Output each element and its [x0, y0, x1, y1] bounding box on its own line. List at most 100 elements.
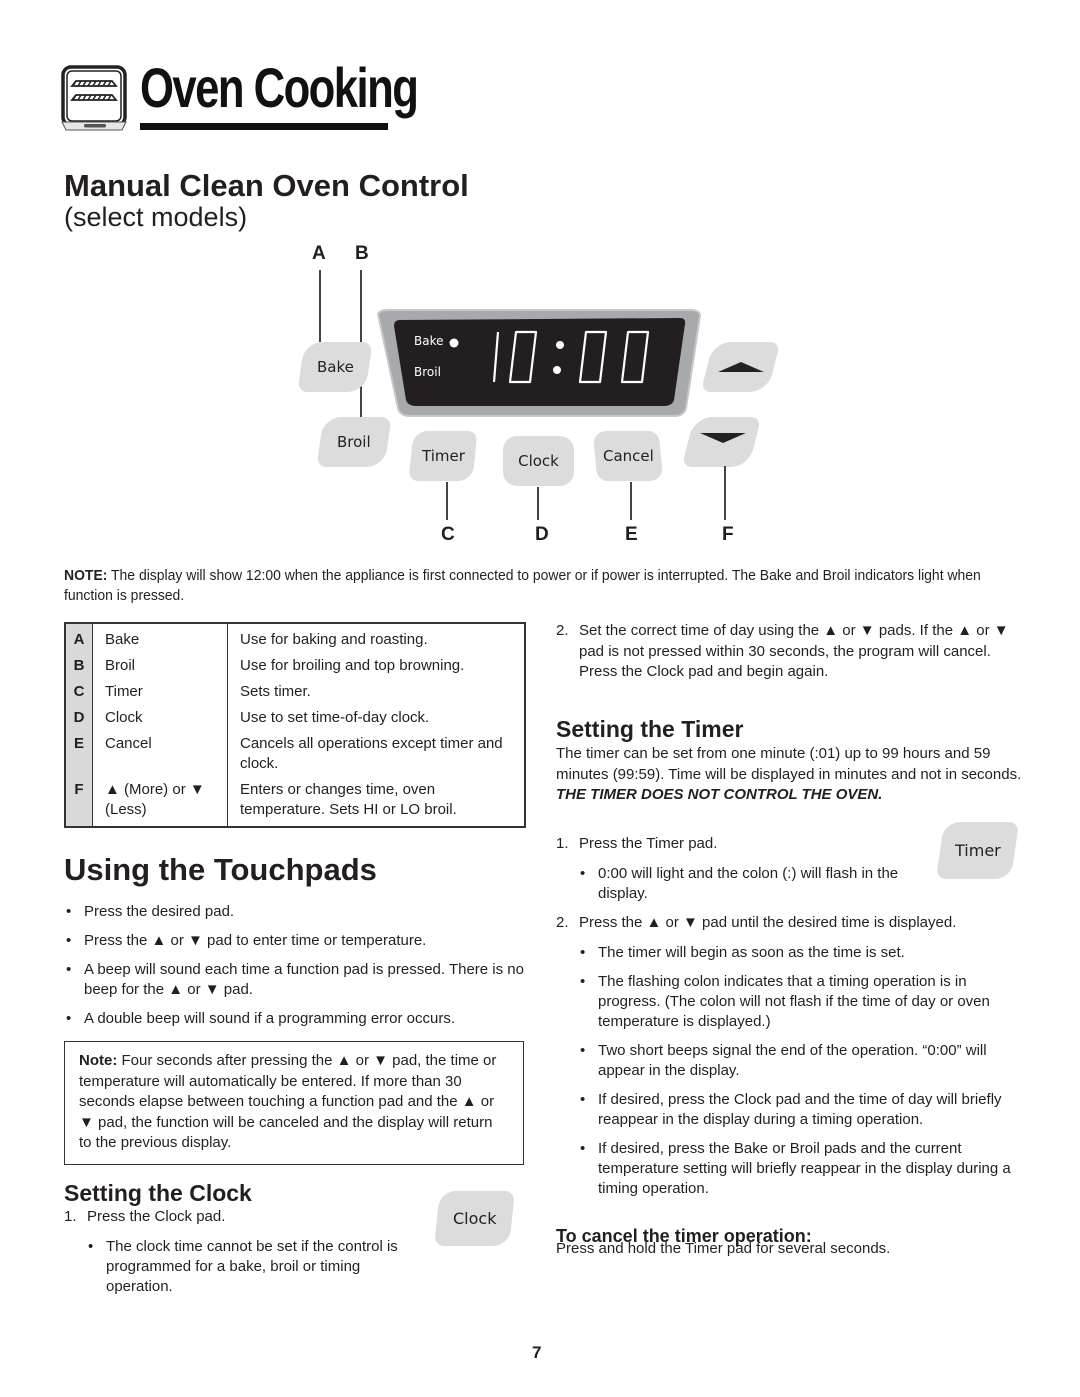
- bake-pad[interactable]: Bake: [297, 342, 373, 392]
- callout-letter-d: D: [535, 524, 549, 545]
- display-indicator-bake: Bake: [414, 334, 444, 348]
- step-text: Press the Clock pad.: [87, 1208, 226, 1225]
- cancel-pad[interactable]: Cancel: [592, 431, 664, 481]
- callout-letter-f: F: [722, 524, 734, 545]
- timer-step-1-bullets: 0:00 will light and the colon (:) will f…: [578, 864, 918, 913]
- legend-key: A: [65, 623, 93, 654]
- timer-warning: THE TIMER DOES NOT CONTROL THE OVEN.: [556, 786, 883, 803]
- page-title: Manual Clean Oven Control: [64, 168, 469, 203]
- legend-key: F: [65, 778, 93, 827]
- step-text: Press the Timer pad.: [579, 835, 718, 852]
- list-item: The timer will begin as soon as the time…: [578, 943, 1024, 963]
- callout-letter-b: B: [355, 243, 369, 264]
- timer-heading: Setting the Timer: [556, 716, 744, 742]
- clock-step-1: 1. Press the Clock pad.: [64, 1208, 225, 1225]
- list-item: A double beep will sound if a programmin…: [64, 1009, 530, 1029]
- header-underline: [140, 123, 388, 130]
- table-row: C Timer Sets timer.: [65, 680, 525, 706]
- display-indicator-broil: Broil: [414, 365, 441, 379]
- step-text: Press the ▲ or ▼ pad until the desired t…: [579, 914, 957, 931]
- step-number: 1.: [64, 1208, 77, 1225]
- legend-desc: Use to set time-of-day clock.: [240, 709, 430, 726]
- legend-key: B: [65, 654, 93, 680]
- callout-letter-c: C: [441, 524, 455, 545]
- legend-key: D: [65, 706, 93, 732]
- leader-line-c: [446, 482, 448, 520]
- note-text: The display will show 12:00 when the app…: [64, 567, 981, 604]
- legend-key: E: [65, 732, 93, 778]
- list-item: Two short beeps signal the end of the op…: [578, 1041, 1024, 1081]
- timer-intro-text: The timer can be set from one minute (:0…: [556, 745, 1022, 783]
- timer-pad[interactable]: Timer: [408, 431, 478, 481]
- clock-pad-label: Clock: [518, 452, 559, 470]
- display-time-readout: [484, 328, 664, 388]
- timer-step-2: 2. Press the ▲ or ▼ pad until the desire…: [556, 914, 956, 931]
- table-row: B Broil Use for broiling and top brownin…: [65, 654, 525, 680]
- clock-pad[interactable]: Clock: [503, 436, 574, 486]
- bake-pad-label: Bake: [316, 358, 354, 376]
- legend-desc: Sets timer.: [240, 683, 311, 700]
- leader-line-a: [319, 270, 321, 342]
- broil-pad-label: Broil: [337, 433, 371, 451]
- note-box-label: Note:: [79, 1052, 118, 1069]
- clock-step-2: 2. Set the correct time of day using the…: [556, 621, 1026, 683]
- table-row: D Clock Use to set time-of-day clock.: [65, 706, 525, 732]
- list-item: 0:00 will light and the colon (:) will f…: [578, 864, 918, 904]
- timer-pad-label: Timer: [421, 447, 465, 465]
- clock-step-1-bullets: The clock time cannot be set if the cont…: [86, 1237, 426, 1306]
- section-title: Oven Cooking: [140, 56, 419, 119]
- timer-pad-illustration: Timer: [935, 822, 1020, 879]
- legend-desc: Use for broiling and top browning.: [240, 657, 465, 674]
- page-number: 7: [532, 1343, 542, 1362]
- touchpads-heading: Using the Touchpads: [64, 852, 377, 887]
- leader-line-d: [537, 487, 539, 520]
- pad-legend-table: A Bake Use for baking and roasting. B Br…: [64, 622, 526, 828]
- legend-name: ▲ (More) or ▼ (Less): [92, 778, 228, 827]
- leader-line-e: [630, 482, 632, 520]
- display-note: NOTE: The display will show 12:00 when t…: [64, 566, 1022, 606]
- legend-name: Broil: [92, 654, 228, 680]
- legend-name: Cancel: [92, 732, 228, 778]
- list-item: If desired, press the Clock pad and the …: [578, 1090, 1024, 1130]
- oven-icon: [60, 64, 128, 132]
- clock-pad-illustration: Clock: [434, 1191, 515, 1246]
- legend-key: C: [65, 680, 93, 706]
- down-arrow-pad[interactable]: [681, 417, 762, 467]
- touchpads-note-box: Note: Four seconds after pressing the ▲ …: [64, 1041, 524, 1165]
- broil-pad[interactable]: Broil: [316, 417, 392, 467]
- legend-name: Bake: [92, 623, 228, 654]
- step-number: 2.: [556, 622, 569, 639]
- note-box-text: Four seconds after pressing the ▲ or ▼ p…: [79, 1052, 497, 1151]
- table-row: E Cancel Cancels all operations except t…: [65, 732, 525, 778]
- cancel-pad-label: Cancel: [602, 447, 654, 465]
- note-label: NOTE:: [64, 567, 108, 584]
- leader-line-f: [724, 466, 726, 520]
- timer-step-2-bullets: The timer will begin as soon as the time…: [578, 943, 1024, 1208]
- timer-intro: The timer can be set from one minute (:0…: [556, 744, 1026, 806]
- timer-pad-illustration-label: Timer: [954, 841, 1001, 860]
- list-item: The clock time cannot be set if the cont…: [86, 1237, 426, 1297]
- callout-letter-a: A: [312, 243, 326, 264]
- timer-step-1: 1. Press the Timer pad.: [556, 835, 717, 852]
- step-number: 1.: [556, 835, 569, 852]
- step-text: Set the correct time of day using the ▲ …: [579, 622, 1009, 680]
- list-item: Press the ▲ or ▼ pad to enter time or te…: [64, 931, 530, 951]
- down-arrow-icon: [699, 433, 746, 443]
- list-item: Press the desired pad.: [64, 902, 530, 922]
- up-arrow-pad[interactable]: [700, 342, 781, 392]
- up-arrow-icon: [717, 362, 764, 372]
- callout-letter-e: E: [625, 524, 638, 545]
- legend-name: Clock: [92, 706, 228, 732]
- legend-desc: Cancels all operations except timer and …: [240, 735, 503, 772]
- touchpads-bullet-list: Press the desired pad. Press the ▲ or ▼ …: [64, 902, 530, 1038]
- cancel-timer-text: Press and hold the Timer pad for several…: [556, 1240, 891, 1257]
- legend-name: Timer: [92, 680, 228, 706]
- legend-desc: Use for baking and roasting.: [240, 631, 428, 648]
- list-item: If desired, press the Bake or Broil pads…: [578, 1139, 1024, 1199]
- list-item: A beep will sound each time a function p…: [64, 960, 530, 1000]
- step-number: 2.: [556, 914, 569, 931]
- clock-pad-illustration-label: Clock: [452, 1209, 497, 1228]
- table-row: F ▲ (More) or ▼ (Less) Enters or changes…: [65, 778, 525, 827]
- table-row: A Bake Use for baking and roasting.: [65, 623, 525, 654]
- list-item: The flashing colon indicates that a timi…: [578, 972, 1024, 1032]
